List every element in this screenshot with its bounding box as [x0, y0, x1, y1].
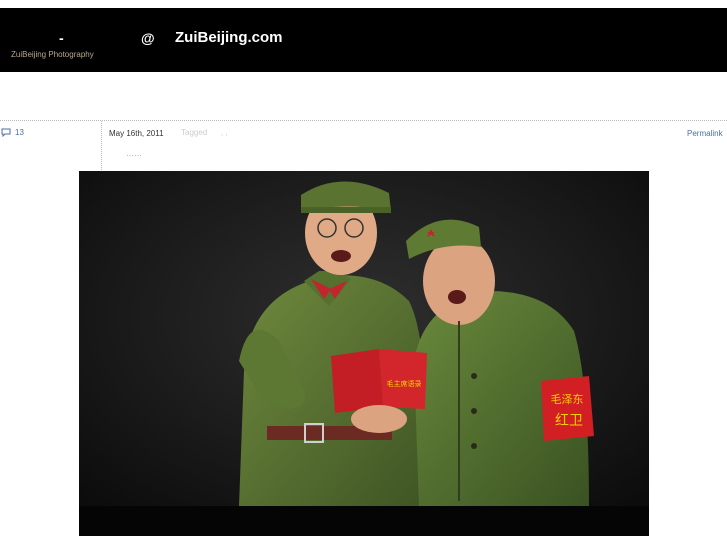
red-guard-photo: 毛泽东 红卫 毛主席语录 — [79, 171, 649, 536]
post-date: May 16th, 2011 — [109, 129, 164, 138]
post-excerpt: …… — [126, 149, 142, 158]
armband-text-2: 红卫 — [555, 412, 583, 428]
post-meta-divider — [101, 121, 102, 170]
post-divider — [0, 120, 727, 121]
post-photo[interactable]: 毛泽东 红卫 毛主席语录 — [79, 171, 649, 536]
site-header: - ZuiBeijing Photography @ ZuiBeijing.co… — [0, 8, 727, 72]
permalink-link[interactable]: Permalink — [687, 129, 723, 138]
site-subtitle: ZuiBeijing Photography — [11, 50, 94, 59]
site-name-link[interactable]: ZuiBeijing.com — [175, 29, 283, 46]
tagged-label: Tagged — [181, 128, 208, 137]
comments-link[interactable]: 13 — [1, 128, 24, 137]
comment-bubble-icon — [1, 128, 11, 137]
post-tags[interactable]: , , — [221, 128, 228, 137]
at-symbol: @ — [141, 30, 155, 46]
book-title: 毛主席语录 — [387, 379, 422, 388]
armband-text-1: 毛泽东 — [551, 393, 584, 406]
site-title-dash: - — [59, 30, 64, 46]
comment-count: 13 — [15, 128, 24, 137]
red-armband: 毛泽东 红卫 — [541, 376, 594, 441]
